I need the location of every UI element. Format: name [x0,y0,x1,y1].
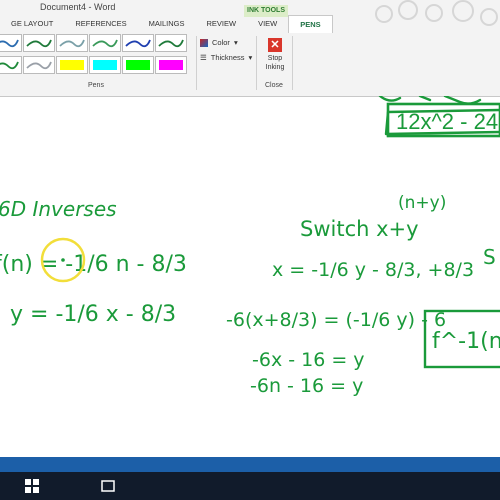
pen-swatch[interactable] [56,56,88,74]
thickness-icon: ☰ [200,53,207,62]
file-explorer-icon[interactable] [170,478,186,494]
pens-group-label: Pens [88,82,104,89]
left-line-1: f(n) = -1/6 n - 8/3 [0,252,187,277]
chevron-down-icon: ▾ [233,38,238,47]
ribbon-tabs: GE LAYOUT REFERENCES MAILINGS REVIEW VIE… [0,15,333,33]
pen-swatch[interactable] [122,34,154,52]
word-icon[interactable] [294,478,310,494]
color-label: Color [212,38,230,47]
tab-page-layout[interactable]: GE LAYOUT [0,15,64,33]
top-box-text: 12x^2 - 24 [396,109,498,134]
right-line-3: -6x - 16 = y [252,349,365,371]
right-line-2: -6(x+8/3) = (-1/6 y) - 6 [226,309,446,331]
office-logo-ring-5 [480,8,498,26]
pen-swatch[interactable] [89,56,121,74]
s-mark: S [483,245,496,269]
pen-swatch[interactable] [89,34,121,52]
chrome-icon[interactable] [228,478,244,494]
chevron-down-icon: ▾ [248,53,253,62]
pens-gallery [0,34,200,78]
store-icon[interactable] [200,478,216,494]
window-title: Document4 - Word [40,2,116,12]
cursor-dot [61,258,65,262]
close-group-label: Close [265,82,283,89]
office-logo-ring-1 [375,5,393,23]
ribbon-divider [256,36,257,90]
cortana-icon[interactable] [322,478,338,494]
ribbon: Document4 - Word INK TOOLS GE LAYOUT REF… [0,0,500,97]
pen-swatch[interactable] [23,56,55,74]
right-line-4: -6n - 16 = y [250,375,363,397]
tab-view[interactable]: VIEW [247,15,288,33]
task-view-icon[interactable] [100,478,116,494]
green-app-icon[interactable] [354,478,370,494]
tab-review[interactable]: REVIEW [195,15,247,33]
office-logo-ring-2 [398,0,418,20]
pen-swatch[interactable] [0,56,22,74]
right-line-1: x = -1/6 y - 8/3, +8/3 [272,259,474,281]
pen-swatch[interactable] [122,56,154,74]
right-note: (n+y) [398,193,446,213]
office-logo-ring-4 [452,0,474,22]
ribbon-divider [292,36,293,90]
boxed-answer: f^-1(n) [432,329,500,354]
taskbar [0,472,500,500]
ribbon-divider [196,36,197,90]
color-icon [200,38,208,47]
pen-swatch[interactable] [56,34,88,52]
notes-heading: 6D Inverses [0,197,117,221]
edge-icon[interactable] [130,478,146,494]
search-icon[interactable] [50,478,66,494]
stop-inking-label-2: Inking [265,64,285,71]
thickness-option[interactable]: ☰ Thickness ▾ [200,53,252,62]
tab-references[interactable]: REFERENCES [64,15,137,33]
pen-swatch[interactable] [23,34,55,52]
left-line-2: y = -1/6 x - 8/3 [10,302,176,327]
ink-canvas[interactable]: 12x^2 - 24 6D Inverses f(n) = -1/6 n - 8… [0,96,500,457]
tab-pens[interactable]: PENS [288,15,333,33]
close-icon: ✕ [268,38,282,52]
pen-swatch[interactable] [0,34,22,52]
stop-inking-button[interactable]: ✕ Stop Inking [262,38,288,72]
right-title: Switch x+y [300,217,419,241]
pen-swatch[interactable] [155,34,187,52]
pen-swatch[interactable] [155,56,187,74]
thickness-label: Thickness [210,53,245,62]
start-icon[interactable] [24,478,40,494]
tab-mailings[interactable]: MAILINGS [138,15,196,33]
taskbar-accent-strip [0,457,500,472]
color-option[interactable]: Color ▾ [200,38,238,47]
stop-inking-label-1: Stop [267,55,283,62]
office-logo-ring-3 [425,4,443,22]
